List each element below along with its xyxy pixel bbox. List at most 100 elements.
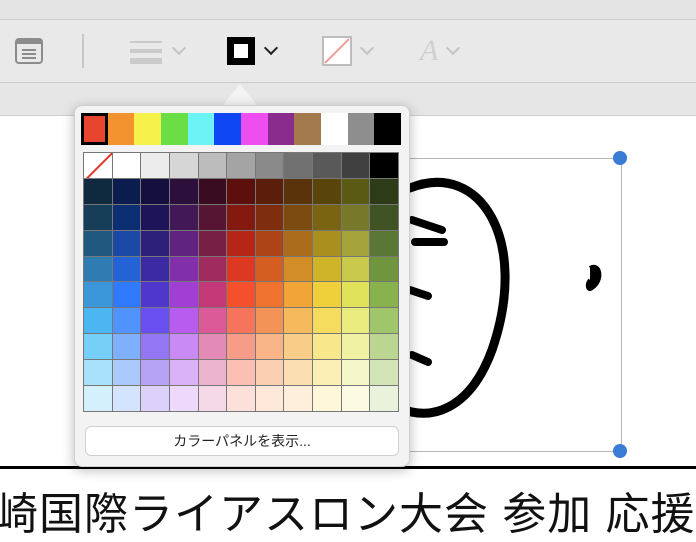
color-swatch[interactable] [255,153,284,178]
color-swatch[interactable] [227,153,255,178]
color-swatch[interactable] [370,204,398,230]
color-swatch[interactable] [313,256,341,282]
document-heading-text[interactable]: 崎国際ライアスロン大会 参加 応援 [0,478,696,542]
color-swatch[interactable] [169,386,198,411]
recent-color-swatch[interactable] [294,113,322,145]
color-swatch[interactable] [370,282,398,308]
color-swatch[interactable] [84,178,112,204]
color-swatch[interactable] [112,308,141,334]
color-swatch[interactable] [227,230,255,256]
color-swatch[interactable] [255,256,284,282]
color-swatch[interactable] [341,204,370,230]
color-swatch[interactable] [198,204,227,230]
color-swatch[interactable] [141,153,169,178]
color-swatch[interactable] [112,153,141,178]
color-swatch[interactable] [84,334,112,360]
color-swatch[interactable] [112,334,141,360]
color-swatch[interactable] [198,282,227,308]
shape-style-button[interactable] [128,32,187,70]
color-swatch[interactable] [198,308,227,334]
color-swatch[interactable] [169,230,198,256]
color-swatch[interactable] [370,230,398,256]
recent-color-swatch[interactable] [374,113,402,145]
color-swatch[interactable] [370,178,398,204]
color-swatch[interactable] [255,308,284,334]
color-swatch[interactable] [284,360,313,386]
color-swatch[interactable] [169,282,198,308]
color-swatch[interactable] [198,178,227,204]
color-swatch[interactable] [255,204,284,230]
color-swatch[interactable] [112,386,141,411]
color-swatch[interactable] [313,308,341,334]
color-swatch[interactable] [84,386,112,411]
color-swatch[interactable] [284,256,313,282]
color-swatch[interactable] [227,178,255,204]
color-swatch[interactable] [141,386,169,411]
color-swatch[interactable] [227,282,255,308]
color-swatch[interactable] [227,204,255,230]
color-swatch[interactable] [341,230,370,256]
color-swatch[interactable] [84,256,112,282]
recent-color-swatch[interactable] [161,113,188,145]
color-swatch[interactable] [141,230,169,256]
color-swatch[interactable] [370,308,398,334]
color-swatch[interactable] [313,282,341,308]
color-swatch[interactable] [198,153,227,178]
color-swatch[interactable] [370,153,398,178]
color-swatch[interactable] [313,230,341,256]
color-swatch[interactable] [84,204,112,230]
resize-handle-top-right[interactable] [613,151,627,165]
color-swatch[interactable] [341,178,370,204]
text-style-button[interactable]: A [420,32,461,70]
color-swatch[interactable] [255,178,284,204]
color-swatch[interactable] [141,334,169,360]
color-swatch[interactable] [227,308,255,334]
recent-color-swatch[interactable] [214,113,242,145]
color-swatch[interactable] [227,334,255,360]
color-swatch[interactable] [84,308,112,334]
color-swatch[interactable] [313,334,341,360]
color-swatch[interactable] [255,282,284,308]
color-swatch[interactable] [341,256,370,282]
color-swatch[interactable] [169,334,198,360]
color-swatch[interactable] [141,204,169,230]
color-swatch[interactable] [284,153,313,178]
color-swatch[interactable] [313,178,341,204]
color-swatch[interactable] [141,308,169,334]
color-swatch[interactable] [198,386,227,411]
color-swatch[interactable] [255,386,284,411]
color-swatch[interactable] [284,204,313,230]
color-swatch[interactable] [370,334,398,360]
color-swatch[interactable] [112,204,141,230]
recent-color-swatch[interactable] [187,113,215,145]
text-box-button[interactable] [14,32,44,70]
color-swatch[interactable] [198,230,227,256]
color-swatch[interactable] [313,360,341,386]
color-swatch[interactable] [313,386,341,411]
recent-color-swatch[interactable] [267,113,295,145]
color-swatch[interactable] [284,178,313,204]
color-swatch[interactable] [169,308,198,334]
recent-color-swatch[interactable] [347,113,375,145]
color-swatch[interactable] [141,178,169,204]
color-swatch[interactable] [198,256,227,282]
color-swatch[interactable] [141,282,169,308]
color-swatch[interactable] [284,282,313,308]
color-swatch[interactable] [169,204,198,230]
color-swatch[interactable] [169,256,198,282]
color-swatch[interactable] [112,360,141,386]
color-swatch[interactable] [112,178,141,204]
color-swatch[interactable] [227,386,255,411]
color-swatch[interactable] [313,153,341,178]
color-swatch[interactable] [284,230,313,256]
color-swatch[interactable] [198,360,227,386]
recent-color-swatch[interactable] [241,113,268,145]
color-swatch[interactable] [112,230,141,256]
color-swatch[interactable] [255,230,284,256]
color-swatch[interactable] [141,360,169,386]
color-swatch[interactable] [84,282,112,308]
no-color-swatch[interactable] [84,153,112,178]
color-swatch[interactable] [112,282,141,308]
color-swatch[interactable] [169,153,198,178]
color-swatch[interactable] [84,230,112,256]
